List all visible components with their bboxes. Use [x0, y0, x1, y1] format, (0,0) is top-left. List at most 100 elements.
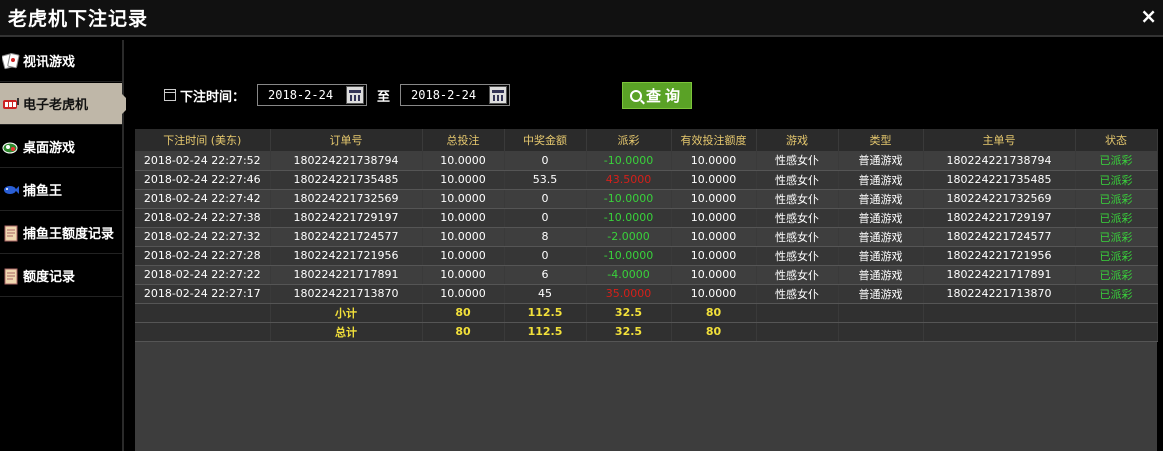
valid-bet-cell: 10.0000 [671, 265, 757, 285]
game-type-cell: 普通游戏 [838, 227, 924, 247]
bet-time-label: 下注时间： [180, 89, 246, 105]
sidebar-item-label: 捕鱼王 [23, 184, 63, 199]
document-icon [2, 224, 20, 242]
table-header-row: 下注时间 (美东) 订单号 总投注 中奖金额 派彩 有效投注额度 游戏 类型 主… [135, 129, 1158, 151]
total-bet-cell: 10.0000 [422, 265, 505, 285]
game-name-cell: 性感女仆 [756, 246, 839, 266]
payout-cell: -2.0000 [586, 227, 672, 247]
sidebar-item-label: 电子老虎机 [23, 98, 89, 113]
sidebar-item-credit-record[interactable]: 额度记录 [0, 255, 122, 297]
sidebar-item-label: 捕鱼王额度记录 [23, 227, 115, 242]
total-valid: 80 [671, 322, 757, 342]
table-row: 2018-02-24 22:27:28 180224221721956 10.000… [135, 246, 1158, 266]
game-type-cell: 普通游戏 [838, 265, 924, 285]
search-button[interactable]: 查询 [622, 82, 692, 109]
status-cell: 已派彩 [1075, 265, 1158, 285]
table-row: 2018-02-24 22:27:52 180224221738794 10.000… [135, 151, 1158, 171]
from-date-input[interactable]: 2018-2-24 [257, 84, 368, 106]
sidebar-item-table-games[interactable]: 桌面游戏 [0, 126, 122, 168]
win-amount-cell: 0 [504, 189, 587, 209]
game-type-cell: 普通游戏 [838, 151, 924, 171]
title-bar: 老虎机下注记录 × [0, 0, 1163, 37]
fish-icon [2, 181, 20, 199]
bet-time-cell: 2018-02-24 22:27:52 [135, 151, 271, 171]
main-order-cell: 180224221713870 [923, 284, 1076, 304]
to-date-input[interactable]: 2018-2-24 [400, 84, 511, 106]
bet-time-cell: 2018-02-24 22:27:38 [135, 208, 271, 228]
valid-bet-cell: 10.0000 [671, 151, 757, 171]
table-row: 2018-02-24 22:27:32 180224221724577 10.000… [135, 227, 1158, 247]
date-filter: 下注时间： 2018-2-24 至 2018-2-24 [164, 82, 511, 108]
column-header: 订单号 [270, 129, 423, 151]
sidebar-item-fishing-credit-record[interactable]: 捕鱼王额度记录 [0, 212, 122, 254]
win-amount-cell: 0 [504, 246, 587, 266]
order-id-cell: 180224221732569 [270, 189, 423, 209]
valid-bet-cell: 10.0000 [671, 170, 757, 190]
main-order-cell: 180224221721956 [923, 246, 1076, 266]
subtotal-row: 小计 80 112.5 32.5 80 [135, 303, 1158, 323]
table-cell [923, 303, 1076, 323]
sidebar-item-label: 视讯游戏 [23, 55, 76, 70]
game-type-cell: 普通游戏 [838, 246, 924, 266]
status-cell: 已派彩 [1075, 170, 1158, 190]
order-id-cell: 180224221738794 [270, 151, 423, 171]
close-icon[interactable]: × [1140, 4, 1157, 28]
calendar-picker-icon[interactable] [346, 86, 365, 104]
bet-time-cell: 2018-02-24 22:27:46 [135, 170, 271, 190]
subtotal-bet: 80 [422, 303, 505, 323]
order-id-cell: 180224221717891 [270, 265, 423, 285]
table-cell [135, 322, 271, 342]
main-order-cell: 180224221732569 [923, 189, 1076, 209]
game-name-cell: 性感女仆 [756, 284, 839, 304]
sidebar-item-slot-machine[interactable]: 电子老虎机 [0, 83, 132, 125]
column-header: 有效投注额度 [671, 129, 757, 151]
win-amount-cell: 0 [504, 208, 587, 228]
table-cell [135, 303, 271, 323]
main-order-cell: 180224221724577 [923, 227, 1076, 247]
win-amount-cell: 0 [504, 151, 587, 171]
subtotal-valid: 80 [671, 303, 757, 323]
main-order-cell: 180224221735485 [923, 170, 1076, 190]
table-row: 2018-02-24 22:27:46 180224221735485 10.000… [135, 170, 1158, 190]
from-date-value: 2018-2-24 [268, 88, 334, 102]
table-cell [923, 322, 1076, 342]
subtotal-win: 112.5 [504, 303, 587, 323]
total-bet-cell: 10.0000 [422, 246, 505, 266]
column-header: 总投注 [422, 129, 505, 151]
document-icon [2, 267, 20, 285]
search-button-label: 查询 [645, 87, 684, 105]
game-type-cell: 普通游戏 [838, 208, 924, 228]
chips-icon [2, 138, 20, 156]
search-icon [629, 89, 642, 102]
status-cell: 已派彩 [1075, 246, 1158, 266]
status-cell: 已派彩 [1075, 208, 1158, 228]
calendar-picker-icon[interactable] [489, 86, 508, 104]
payout-cell: 35.0000 [586, 284, 672, 304]
total-bet-cell: 10.0000 [422, 189, 505, 209]
sidebar-item-fishing-king[interactable]: 捕鱼王 [0, 169, 122, 211]
bet-time-cell: 2018-02-24 22:27:28 [135, 246, 271, 266]
cards-icon [2, 52, 20, 70]
order-id-cell: 180224221735485 [270, 170, 423, 190]
column-header: 状态 [1075, 129, 1158, 151]
payout-cell: 43.5000 [586, 170, 672, 190]
column-header: 类型 [838, 129, 924, 151]
bet-time-cell: 2018-02-24 22:27:17 [135, 284, 271, 304]
column-header: 中奖金额 [504, 129, 587, 151]
bet-time-cell: 2018-02-24 22:27:32 [135, 227, 271, 247]
sidebar-item-live-games[interactable]: 视讯游戏 [0, 40, 122, 82]
valid-bet-cell: 10.0000 [671, 208, 757, 228]
game-name-cell: 性感女仆 [756, 151, 839, 171]
table-row: 2018-02-24 22:27:42 180224221732569 10.000… [135, 189, 1158, 209]
valid-bet-cell: 10.0000 [671, 284, 757, 304]
main-order-cell: 180224221717891 [923, 265, 1076, 285]
total-row: 总计 80 112.5 32.5 80 [135, 322, 1158, 342]
bet-time-cell: 2018-02-24 22:27:22 [135, 265, 271, 285]
subtotal-payout: 32.5 [586, 303, 672, 323]
total-bet-cell: 10.0000 [422, 284, 505, 304]
game-type-cell: 普通游戏 [838, 170, 924, 190]
payout-cell: -10.0000 [586, 208, 672, 228]
bet-records-table: 下注时间 (美东) 订单号 总投注 中奖金额 派彩 有效投注额度 游戏 类型 主… [135, 129, 1158, 451]
subtotal-label: 小计 [270, 303, 423, 323]
slot-machine-icon [2, 95, 20, 113]
